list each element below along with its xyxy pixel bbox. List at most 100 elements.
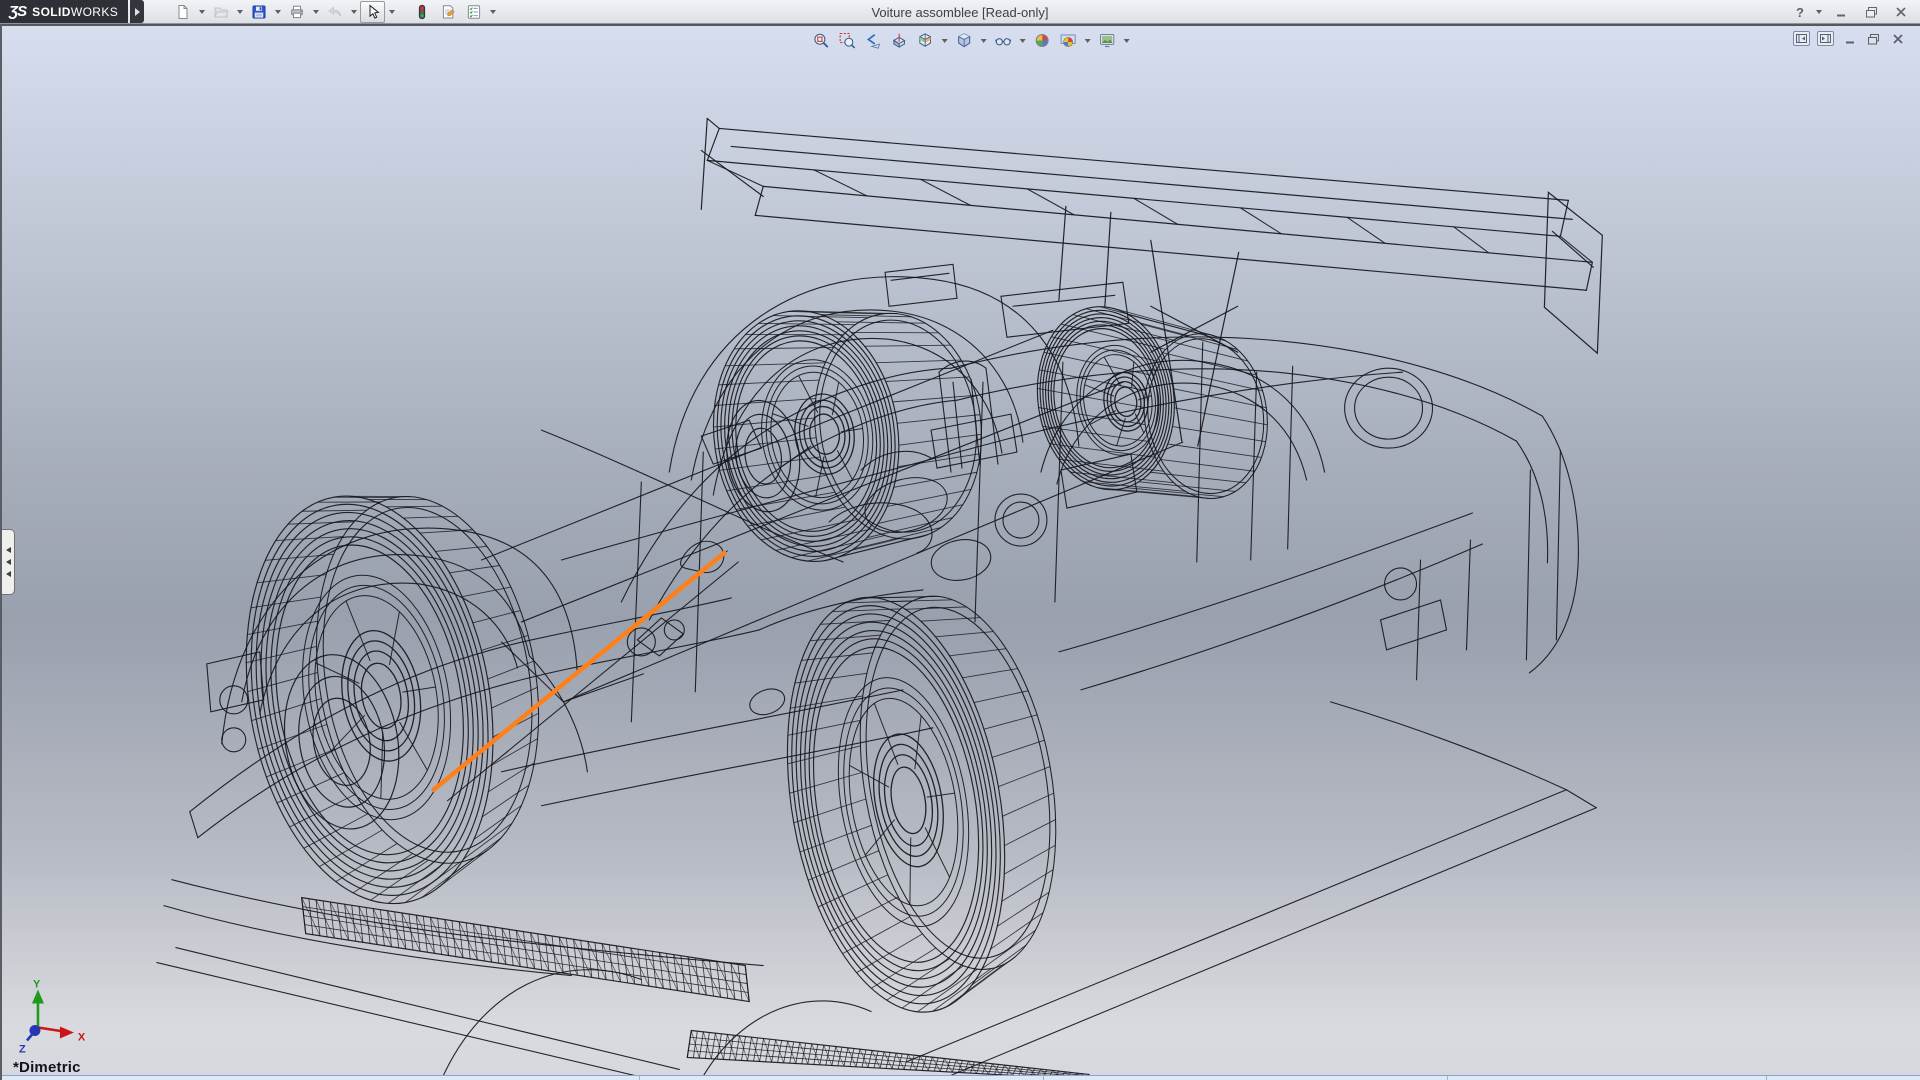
- axis-label: Y: [33, 979, 41, 991]
- minimize-button[interactable]: [1828, 2, 1854, 22]
- section-view-button[interactable]: [888, 30, 911, 51]
- save-button[interactable]: [246, 1, 271, 23]
- select-dropdown[interactable]: [386, 1, 397, 23]
- statusbar-separator: [1447, 1076, 1448, 1080]
- close-icon: [1895, 6, 1907, 18]
- edit-appearance-icon: [1034, 32, 1051, 49]
- document-close-button[interactable]: [1889, 31, 1906, 46]
- view-orientation-button[interactable]: [914, 30, 937, 51]
- close-button[interactable]: [1888, 2, 1914, 22]
- print-dropdown[interactable]: [310, 1, 321, 23]
- display-style-button[interactable]: [953, 30, 976, 51]
- chevron-down-icon: [237, 10, 243, 14]
- rebuild-button[interactable]: [409, 1, 434, 23]
- chevron-down-icon: [1020, 39, 1026, 43]
- edit-appearance-button[interactable]: [1031, 30, 1054, 51]
- print-button[interactable]: [284, 1, 309, 23]
- new-document-dropdown[interactable]: [196, 1, 207, 23]
- zoom-to-fit-icon: [813, 32, 830, 49]
- statusbar-separator: [1766, 1076, 1767, 1080]
- solidworks-logo: ƷS SOLIDWORKS: [0, 0, 128, 23]
- hide-show-items-button[interactable]: [992, 30, 1015, 51]
- apply-scene-button[interactable]: [1057, 30, 1080, 51]
- help-dropdown[interactable]: [1813, 1, 1824, 23]
- chevron-down-icon: [1816, 10, 1822, 14]
- wireframe-car-model[interactable]: YXZ: [2, 26, 1920, 1080]
- new-document-icon: [175, 4, 191, 20]
- display-style-dropdown[interactable]: [979, 30, 989, 51]
- hide-show-items-dropdown[interactable]: [1018, 30, 1028, 51]
- chevron-down-icon: [1085, 39, 1091, 43]
- document-restore-button[interactable]: [1865, 31, 1882, 46]
- dock-pane-right-button[interactable]: [1817, 31, 1834, 46]
- menu-expand-tab[interactable]: [130, 0, 144, 23]
- open-button[interactable]: [208, 1, 233, 23]
- chevron-down-icon: [490, 10, 496, 14]
- view-settings-button[interactable]: [1096, 30, 1119, 51]
- chevron-left-icon: [6, 571, 11, 577]
- dock-pane-left-icon: [1796, 34, 1807, 43]
- dock-pane-left-button[interactable]: [1793, 31, 1810, 46]
- section-view-icon: [891, 32, 908, 49]
- chevron-down-icon: [313, 10, 319, 14]
- window-controls: ?: [1791, 0, 1914, 24]
- file-properties-icon: [440, 4, 456, 20]
- view-settings-icon: [1099, 32, 1116, 49]
- rebuild-traffic-light-icon: [414, 4, 430, 20]
- document-minimize-button[interactable]: [1841, 31, 1858, 46]
- save-dropdown[interactable]: [272, 1, 283, 23]
- view-settings-dropdown[interactable]: [1122, 30, 1132, 51]
- statusbar-separator: [1043, 1076, 1044, 1080]
- chevron-down-icon: [275, 10, 281, 14]
- undo-button[interactable]: [322, 1, 347, 23]
- zoom-to-fit-button[interactable]: [810, 30, 833, 51]
- previous-view-icon: [865, 32, 882, 49]
- chevron-down-icon: [199, 10, 205, 14]
- chevron-down-icon: [351, 10, 357, 14]
- dock-pane-right-icon: [1820, 34, 1831, 43]
- reference-triad: YXZ: [19, 979, 86, 1056]
- logo-3s-glyph: ƷS: [9, 3, 26, 20]
- zoom-to-area-icon: [839, 32, 856, 49]
- apply-scene-dropdown[interactable]: [1083, 30, 1093, 51]
- minimize-icon: [1844, 33, 1856, 45]
- previous-view-button[interactable]: [862, 30, 885, 51]
- help-button[interactable]: ?: [1791, 2, 1809, 22]
- chevron-down-icon: [942, 39, 948, 43]
- restore-icon: [1865, 6, 1878, 18]
- undo-dropdown[interactable]: [348, 1, 359, 23]
- print-icon: [289, 4, 305, 20]
- save-icon: [251, 4, 267, 20]
- restore-button[interactable]: [1858, 2, 1884, 22]
- statusbar-separator: [639, 1076, 640, 1080]
- selected-edge[interactable]: [434, 553, 725, 790]
- restore-icon: [1867, 33, 1880, 45]
- chevron-down-icon: [1124, 39, 1130, 43]
- select-button[interactable]: [360, 1, 385, 23]
- new-document-button[interactable]: [170, 1, 195, 23]
- chevron-right-icon: [134, 8, 140, 16]
- view-orientation-dropdown[interactable]: [940, 30, 950, 51]
- close-icon: [1892, 33, 1904, 45]
- options-dropdown[interactable]: [487, 1, 498, 23]
- chevron-left-icon: [6, 559, 11, 565]
- select-cursor-icon: [365, 4, 381, 20]
- statusbar: [2, 1075, 1920, 1080]
- display-style-icon: [956, 32, 973, 49]
- chevron-down-icon: [389, 10, 395, 14]
- open-dropdown[interactable]: [234, 1, 245, 23]
- view-orientation-label: *Dimetric: [13, 1059, 81, 1076]
- undo-icon: [327, 4, 343, 20]
- file-properties-button[interactable]: [435, 1, 460, 23]
- options-button[interactable]: [461, 1, 486, 23]
- graphics-area[interactable]: YXZ: [0, 24, 1920, 1080]
- titlebar: ƷS SOLIDWORKS: [0, 0, 1920, 24]
- standard-toolbar: [170, 0, 498, 23]
- chevron-down-icon: [981, 39, 987, 43]
- feature-manager-collapsed-tab[interactable]: [2, 529, 15, 595]
- chevron-left-icon: [6, 547, 11, 553]
- minimize-icon: [1835, 6, 1847, 18]
- zoom-to-area-button[interactable]: [836, 30, 859, 51]
- axis-label: Z: [19, 1043, 26, 1055]
- view-orientation-icon: [917, 32, 934, 49]
